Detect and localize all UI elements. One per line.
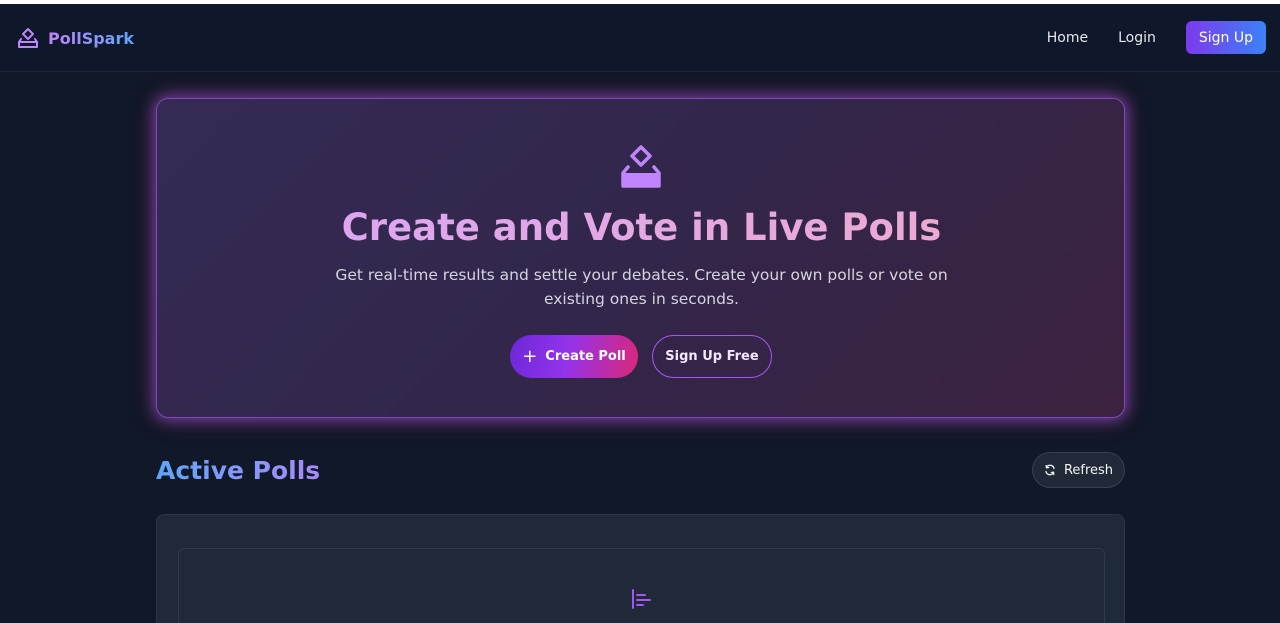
refresh-icon	[1044, 464, 1056, 476]
polls-container	[156, 514, 1125, 623]
create-poll-label: Create Poll	[545, 349, 626, 364]
brand-logo[interactable]: PollSpark	[16, 24, 134, 52]
plus-icon: +	[522, 345, 538, 367]
poll-placeholder	[178, 548, 1105, 623]
vote-box-icon	[620, 143, 662, 189]
navbar: PollSpark Home Login Sign Up	[0, 4, 1280, 72]
nav-home-link[interactable]: Home	[1047, 30, 1088, 46]
hero-subtitle: Get real-time results and settle your de…	[335, 266, 948, 308]
nav-links: Home Login Sign Up	[1047, 21, 1266, 54]
brand-name: PollSpark	[48, 28, 134, 48]
refresh-label: Refresh	[1063, 462, 1114, 478]
refresh-button[interactable]: Refresh	[1032, 452, 1125, 488]
nav-signup-button[interactable]: Sign Up	[1185, 21, 1266, 54]
hero-card: Create and Vote in Live Polls Get real-t…	[156, 98, 1125, 418]
nav-login-link[interactable]: Login	[1118, 30, 1156, 46]
vote-box-icon	[16, 26, 40, 50]
signup-free-button[interactable]: Sign Up Free	[652, 335, 772, 378]
hero-title: Create and Vote in Live Polls	[157, 206, 1126, 250]
active-polls-title: Active Polls	[156, 456, 321, 485]
bar-chart-icon	[630, 587, 654, 611]
create-poll-button[interactable]: + Create Poll	[510, 335, 638, 378]
hero-actions: + Create Poll Sign Up Free	[510, 335, 772, 378]
